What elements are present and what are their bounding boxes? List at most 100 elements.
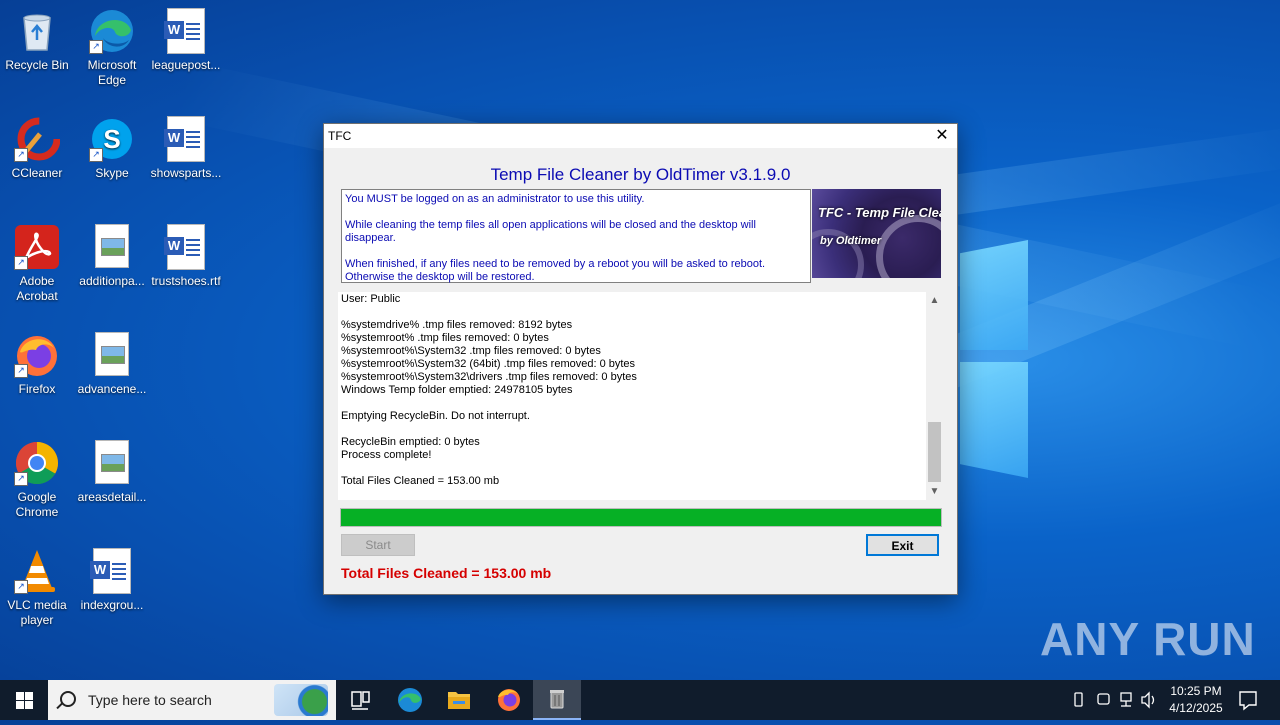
svg-text:S: S [103,124,120,154]
tfc-dialog: TFC ✕ Temp File Cleaner by OldTimer v3.1… [323,123,958,595]
dialog-titlebar[interactable]: TFC ✕ [324,124,957,148]
image-file-icon [95,332,129,376]
desktop-icon-label: Google Chrome [15,490,59,519]
start-button[interactable] [0,680,48,720]
shortcut-arrow-icon: ↗ [14,580,28,594]
shortcut-arrow-icon: ↗ [14,472,28,486]
search-icon [60,691,76,707]
clock-date: 4/12/2025 [1169,701,1223,715]
desktop-icon-google-chrome[interactable]: ↗ Google Chrome [1,440,73,520]
word-doc-icon: W [164,116,205,162]
log-scrollbar[interactable]: ▲ ▼ [926,292,943,500]
info-line: When finished, if any files need to be r… [345,258,766,270]
desktop-icon-label: additionpa... [79,274,145,288]
desktop-icon-trustshoes[interactable]: W trustshoes.rtf [150,224,222,289]
desktop-icon-adobe-acrobat[interactable]: ↗ Adobe Acrobat [1,224,73,304]
desktop-icon-label: CCleaner [11,166,63,180]
desktop-icon-label: leaguepost... [151,58,221,72]
desktop-icon-label: areasdetail... [77,490,147,504]
clock-time: 10:25 PM [1170,684,1222,698]
desktop-icon-label: Recycle Bin [5,58,69,72]
desktop-icon-label: indexgrou... [80,598,144,612]
shortcut-arrow-icon: ↗ [89,40,103,54]
volume-icon [1141,691,1155,709]
anyrun-watermark: ANY RUN [1040,613,1256,665]
task-view-icon [351,691,370,710]
close-button[interactable]: ✕ [927,124,957,148]
desktop-icon-advancene[interactable]: advancene... [76,332,148,397]
recycle-bin-icon [14,8,60,54]
image-file-icon [95,224,129,268]
log-line: Total Files Cleaned = 153.00 mb [341,475,500,487]
info-line: Otherwise the desktop will be restored. [345,271,535,283]
desktop-icon-additionpa[interactable]: additionpa... [76,224,148,289]
image-file-icon [95,440,129,484]
desktop-icon-leaguepost[interactable]: W leaguepost... [150,8,222,73]
log-line: %systemroot%\System32 .tmp files removed… [341,345,601,357]
scroll-up-icon[interactable]: ▲ [926,292,943,309]
desktop-icon-firefox[interactable]: ↗ Firefox [1,332,73,397]
desktop-icon-skype[interactable]: S ↗ Skype [76,116,148,181]
log-output[interactable]: User: Public %systemdrive% .tmp files rem… [338,292,943,500]
action-center-button[interactable] [1226,680,1270,720]
desktop-icon-areasdetail[interactable]: areasdetail... [76,440,148,505]
desktop-icon-vlc[interactable]: ↗ VLC media player [1,548,73,628]
scroll-down-icon[interactable]: ▼ [926,483,943,500]
search-placeholder: Type here to search [88,692,212,708]
taskbar-firefox[interactable] [485,680,533,720]
task-view-button[interactable] [336,680,384,720]
info-line: You MUST be logged on as an administrato… [345,193,645,205]
tfc-banner-image: TFC - Temp File Cleaner by Oldtimer [812,189,941,278]
ccleaner-icon: ↗ [14,116,61,162]
shortcut-arrow-icon: ↗ [89,148,103,162]
taskbar-tfc-app[interactable] [533,680,581,720]
desktop-icon-label: showsparts... [150,166,222,180]
chrome-icon: ↗ [14,440,60,486]
desktop-icon-label: Skype [95,166,129,180]
keyboard-icon [1097,693,1110,705]
tfc-app-icon [550,690,564,709]
taskbar-edge[interactable] [386,680,434,720]
taskbar-file-explorer[interactable] [435,680,483,720]
search-highlight-image [274,684,328,716]
desktop-icon-label: advancene... [77,382,147,396]
log-line: User: Public [341,293,401,305]
banner-title: TFC - Temp File Cleaner [818,205,941,220]
notification-icon [1239,691,1257,711]
desktop-icon-ccleaner[interactable]: ↗ CCleaner [1,116,73,181]
info-box: You MUST be logged on as an administrato… [341,189,811,283]
desktop-icon-label: Adobe Acrobat [16,274,58,303]
exit-button[interactable]: Exit [866,534,939,556]
log-line: Process complete! [341,449,432,461]
scroll-thumb[interactable] [928,422,941,482]
desktop-icon-recycle-bin[interactable]: Recycle Bin [1,8,73,73]
progress-fill [341,509,941,526]
system-tray [1068,680,1158,720]
desktop-icon-indexgrou[interactable]: W indexgrou... [76,548,148,613]
word-doc-icon: W [164,8,205,54]
network-icon [1120,692,1132,707]
taskbar-clock[interactable]: 10:25 PM 4/12/2025 [1162,683,1230,717]
banner-subtitle: by Oldtimer [820,235,882,247]
firefox-icon [498,689,520,711]
log-line: Emptying RecycleBin. Do not interrupt. [341,410,530,422]
taskbar: Type here to search 10:25 PM 4/12/2025 [0,680,1280,720]
word-doc-icon: W [90,548,131,594]
log-line: Windows Temp folder emptied: 24978105 by… [341,384,573,396]
log-line: %systemdrive% .tmp files removed: 8192 b… [341,319,573,331]
total-files-cleaned: Total Files Cleaned = 153.00 mb [341,565,552,581]
taskbar-search-box[interactable]: Type here to search [48,680,336,720]
desktop-icon-microsoft-edge[interactable]: ↗ Microsoft Edge [76,8,148,88]
shortcut-arrow-icon: ↗ [14,256,28,270]
desktop-icon-label: Firefox [18,382,56,396]
log-line: %systemroot%\System32 (64bit) .tmp files… [341,358,636,370]
dialog-title: TFC [328,129,352,143]
info-line: While cleaning the temp files all open a… [345,219,756,244]
shortcut-arrow-icon: ↗ [14,148,28,162]
shortcut-arrow-icon: ↗ [14,364,28,378]
desktop-icon-showsparts[interactable]: W showsparts... [150,116,222,181]
start-button[interactable]: Start [341,534,415,556]
